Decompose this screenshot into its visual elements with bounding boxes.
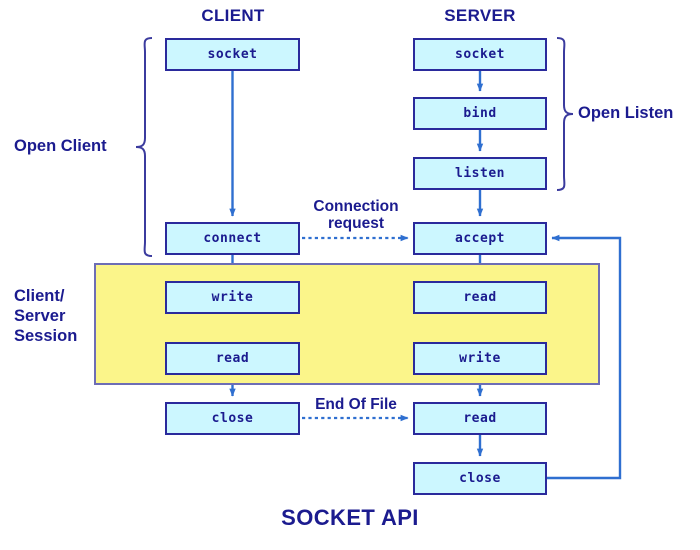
brace-open-client: [135, 37, 153, 257]
box-server-socket[interactable]: socket: [413, 38, 547, 71]
box-server-listen-label: listen: [455, 166, 505, 181]
box-server-socket-label: socket: [455, 47, 505, 62]
edge-label-end-of-file: End Of File: [315, 396, 397, 413]
brace-label-open-listen: Open Listen: [578, 104, 674, 122]
box-client-connect-label: connect: [203, 231, 262, 246]
box-client-write-label: write: [211, 290, 254, 305]
socket-api-diagram: CLIENT SERVER Client/ Server Session Ope…: [0, 0, 700, 550]
box-server-bind[interactable]: bind: [413, 97, 547, 130]
brace-label-open-client: Open Client: [14, 137, 107, 155]
column-header-client: CLIENT: [201, 6, 265, 25]
edge-label-connection-request: Connection request: [313, 198, 399, 233]
box-server-write-session[interactable]: write: [413, 342, 547, 375]
box-client-socket[interactable]: socket: [165, 38, 300, 71]
box-server-close-label: close: [459, 471, 501, 486]
column-header-server: SERVER: [444, 6, 516, 25]
box-client-read[interactable]: read: [165, 342, 300, 375]
box-server-bind-label: bind: [463, 106, 497, 121]
brace-open-listen: [556, 37, 574, 191]
box-client-connect[interactable]: connect: [165, 222, 300, 255]
session-region-label: Client/ Server Session: [14, 287, 78, 346]
box-server-read-eof[interactable]: read: [413, 402, 547, 435]
box-client-read-label: read: [215, 351, 250, 366]
box-server-write-session-label: write: [459, 351, 501, 366]
box-client-socket-label: socket: [207, 47, 258, 62]
box-server-accept[interactable]: accept: [413, 222, 547, 255]
box-server-close[interactable]: close: [413, 462, 547, 495]
box-client-close[interactable]: close: [165, 402, 300, 435]
box-server-read-session[interactable]: read: [413, 281, 547, 314]
diagram-title: SOCKET API: [281, 505, 419, 530]
box-client-close-label: close: [211, 411, 254, 426]
box-client-write[interactable]: write: [165, 281, 300, 314]
box-server-read-session-label: read: [463, 290, 497, 305]
box-server-read-eof-label: read: [463, 411, 497, 426]
box-server-listen[interactable]: listen: [413, 157, 547, 190]
box-server-accept-label: accept: [455, 231, 505, 246]
